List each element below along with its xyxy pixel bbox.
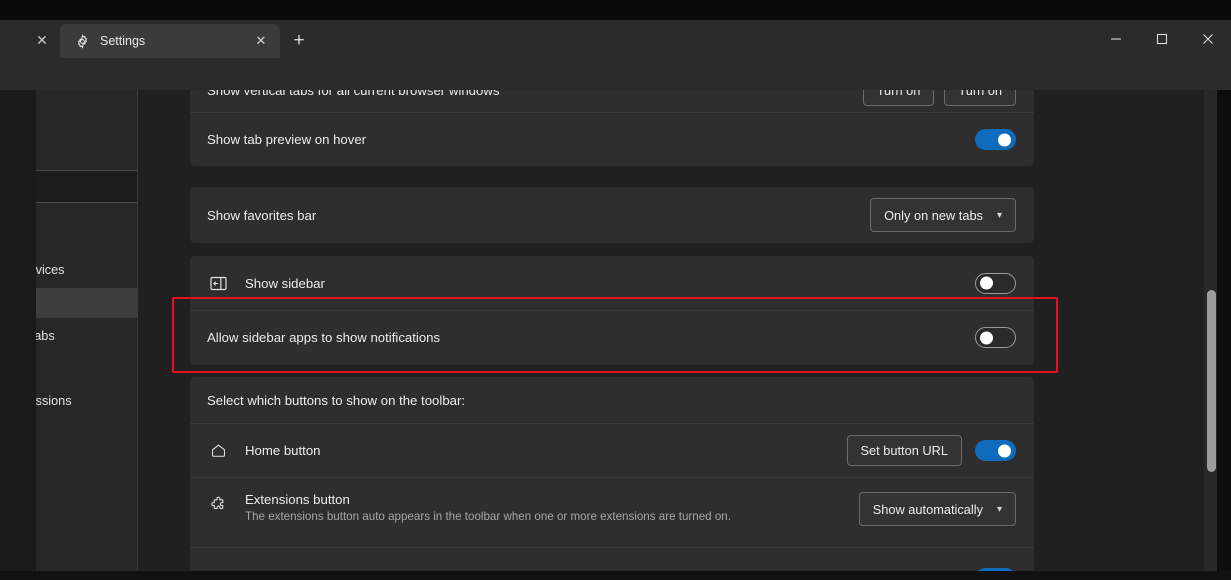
- home-button-toggle[interactable]: [975, 440, 1016, 461]
- settings-page: services w tabs te rmissions Show vertic…: [0, 90, 1231, 580]
- turn-on-button-1[interactable]: Turn on: [862, 90, 935, 106]
- sidebar-search-input[interactable]: [36, 170, 137, 203]
- minimize-button[interactable]: [1093, 20, 1139, 58]
- setting-row-home-button: Home button Set button URL: [190, 423, 1034, 477]
- setting-label: Show vertical tabs for all current brows…: [207, 90, 500, 98]
- sidebar-settings-card: Show sidebar Allow sidebar apps to show …: [190, 256, 1034, 365]
- favorites-bar-card: Show favorites bar Only on new tabs ▾: [190, 187, 1034, 243]
- favorites-bar-dropdown[interactable]: Only on new tabs ▾: [870, 198, 1016, 232]
- sidebar-item-start-home-new-tabs[interactable]: w tabs: [36, 321, 137, 351]
- sidebar-item-cookies-permissions[interactable]: rmissions: [36, 386, 137, 416]
- tab-settings[interactable]: Settings ✕: [60, 24, 280, 58]
- home-icon: [207, 440, 229, 462]
- extensions-puzzle-icon: [207, 493, 229, 515]
- setting-label: Show sidebar: [245, 275, 325, 291]
- setting-label: Extensions button: [245, 492, 350, 507]
- window-top-edge: [0, 0, 1231, 20]
- sidebar-item-label: services: [36, 263, 65, 277]
- sidebar-item-privacy[interactable]: services: [36, 255, 137, 285]
- dropdown-value: Only on new tabs: [884, 207, 983, 223]
- settings-content: Show vertical tabs for all current brows…: [139, 90, 1231, 580]
- setting-row-show-sidebar: Show sidebar: [190, 256, 1034, 310]
- turn-on-button-2[interactable]: Turn on: [944, 90, 1016, 106]
- extensions-button-dropdown[interactable]: Show automatically ▾: [858, 492, 1016, 526]
- toolbar-buttons-header-row: Select which buttons to show on the tool…: [190, 377, 1034, 423]
- window-bottom-edge: [0, 571, 1231, 580]
- setting-label: Allow sidebar apps to show notifications: [207, 330, 441, 345]
- toggle-knob: [998, 444, 1011, 457]
- sidebar-item-label: rmissions: [36, 394, 72, 408]
- toggle-knob: [980, 276, 993, 290]
- section-header: Select which buttons to show on the tool…: [207, 392, 466, 408]
- setting-row-favorites-bar: Show favorites bar Only on new tabs ▾: [190, 187, 1034, 243]
- scrollbar-thumb[interactable]: [1207, 290, 1216, 472]
- page-left-gutter: [0, 90, 36, 575]
- sidebar-notifications-toggle[interactable]: [975, 327, 1016, 348]
- set-button-url-button[interactable]: Set button URL: [846, 435, 962, 466]
- setting-row-vertical-tabs: Show vertical tabs for all current brows…: [190, 90, 1034, 112]
- show-sidebar-toggle[interactable]: [975, 272, 1016, 294]
- setting-row-extensions-button: Extensions button The extensions button …: [190, 477, 1034, 547]
- setting-label: Show tab preview on hover: [207, 132, 367, 147]
- page-right-edge: [1217, 90, 1231, 575]
- title-bar: ✕ Settings ✕ +: [0, 0, 1231, 58]
- toggle-knob: [998, 133, 1011, 146]
- settings-sidebar: services w tabs te rmissions: [36, 90, 138, 575]
- sidebar-item-share-copy-paste[interactable]: te: [36, 354, 137, 384]
- setting-row-sidebar-notifications: Allow sidebar apps to show notifications: [190, 310, 1034, 364]
- maximize-button[interactable]: [1139, 20, 1185, 58]
- dropdown-value: Show automatically: [872, 501, 983, 517]
- toolbar-buttons-card: Select which buttons to show on the tool…: [190, 377, 1034, 580]
- toggle-knob: [980, 331, 993, 344]
- sidebar-item-appearance[interactable]: [36, 288, 137, 318]
- chevron-down-icon: ▾: [996, 209, 1002, 221]
- setting-label: Home button: [245, 443, 321, 458]
- window-controls: [1093, 20, 1231, 58]
- left-close-icon[interactable]: ✕: [30, 28, 54, 52]
- tab-close-icon[interactable]: ✕: [250, 30, 272, 52]
- close-window-button[interactable]: [1185, 20, 1231, 58]
- setting-row-tab-preview: Show tab preview on hover: [190, 112, 1034, 166]
- setting-description: The extensions button auto appears in th…: [245, 510, 731, 523]
- browser-window: ✕ Settings ✕ + ed: [0, 0, 1231, 580]
- gear-icon: [72, 31, 92, 51]
- sidebar-icon: [207, 272, 229, 294]
- sidebar-item-label: w tabs: [36, 329, 55, 343]
- new-tab-button[interactable]: +: [286, 28, 312, 54]
- tab-title: Settings: [100, 34, 146, 48]
- tab-preview-toggle[interactable]: [975, 129, 1016, 150]
- setting-label: Show favorites bar: [207, 207, 317, 223]
- tabs-settings-card: Show vertical tabs for all current brows…: [190, 90, 1034, 166]
- browser-toolbar: edge://settings/appearance: [0, 58, 1231, 146]
- chevron-down-icon: ▾: [996, 503, 1002, 515]
